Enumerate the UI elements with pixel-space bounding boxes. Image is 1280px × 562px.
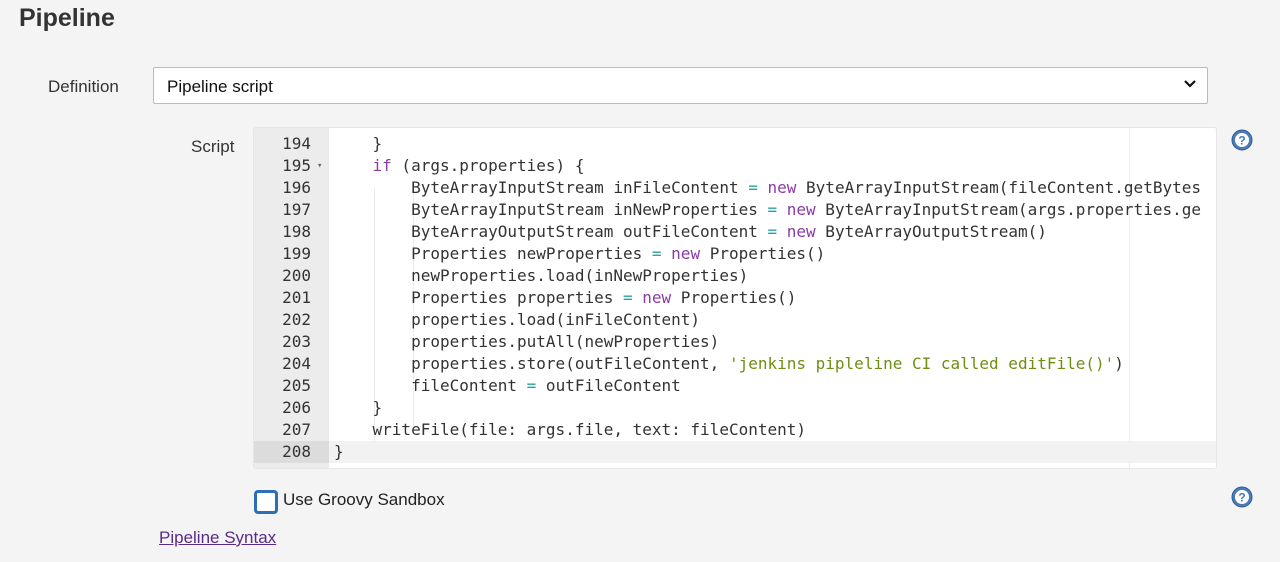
code-text: properties.load(inFileContent) — [334, 310, 701, 329]
code-line[interactable]: 195 ▾ if (args.properties) { — [254, 155, 1216, 177]
code-line[interactable]: 199 Properties newProperties = new Prope… — [254, 243, 1216, 265]
line-number: 203 — [282, 332, 311, 351]
code-text: } — [334, 398, 383, 417]
code-area[interactable]: 194 } 195 ▾ if (args.properties) {196 Byte… — [254, 128, 1216, 468]
line-number: 198 — [282, 222, 311, 241]
code-line[interactable]: 197 ByteArrayInputStream inNewProperties… — [254, 199, 1216, 221]
line-number: 205 — [282, 376, 311, 395]
groovy-sandbox-label[interactable]: Use Groovy Sandbox — [283, 490, 445, 510]
line-number-cell: 208 — [254, 441, 329, 463]
code-text: if (args.properties) { — [372, 156, 585, 175]
help-icon[interactable]: ? — [1231, 129, 1253, 151]
code-line[interactable]: 207 writeFile(file: args.file, text: fil… — [254, 419, 1216, 441]
line-number: 208 — [282, 442, 311, 461]
line-number: 201 — [282, 288, 311, 307]
svg-text:?: ? — [1238, 491, 1245, 505]
line-number: 195 — [282, 156, 311, 175]
line-number-cell: 199 — [254, 243, 329, 265]
line-number-cell: 206 — [254, 397, 329, 419]
line-number-cell: 195 ▾ — [254, 155, 329, 177]
fold-arrow-icon[interactable]: ▾ — [317, 155, 322, 177]
line-number: 199 — [282, 244, 311, 263]
groovy-sandbox-checkbox[interactable] — [254, 490, 278, 514]
code-text: ByteArrayInputStream inFileContent = new… — [334, 178, 1201, 197]
line-number: 194 — [282, 134, 311, 153]
pipeline-syntax-link[interactable]: Pipeline Syntax — [159, 528, 276, 548]
code-line[interactable]: 196 ByteArrayInputStream inFileContent =… — [254, 177, 1216, 199]
section-title: Pipeline — [19, 4, 115, 32]
code-line[interactable]: 205 fileContent = outFileContent — [254, 375, 1216, 397]
code-line[interactable]: 200 newProperties.load(inNewProperties) — [254, 265, 1216, 287]
code-text: } — [334, 442, 344, 461]
line-number-cell: 204 — [254, 353, 329, 375]
code-text: fileContent = outFileContent — [334, 376, 681, 395]
code-text: Properties properties = new Properties() — [334, 288, 797, 307]
code-text: properties.putAll(newProperties) — [334, 332, 720, 351]
code-text: properties.store(outFileContent, 'jenkin… — [334, 354, 1124, 373]
line-number-cell: 207 — [254, 419, 329, 441]
line-number-cell: 197 — [254, 199, 329, 221]
code-line[interactable]: 206 } — [254, 397, 1216, 419]
code-line[interactable]: 204 properties.store(outFileContent, 'je… — [254, 353, 1216, 375]
line-number: 200 — [282, 266, 311, 285]
code-text: newProperties.load(inNewProperties) — [334, 266, 749, 285]
code-text: ByteArrayInputStream inNewProperties = n… — [334, 200, 1201, 219]
svg-text:?: ? — [1238, 134, 1245, 148]
line-number-cell: 194 — [254, 133, 329, 155]
line-number-cell: 200 — [254, 265, 329, 287]
line-number: 196 — [282, 178, 311, 197]
code-line[interactable]: 203 properties.putAll(newProperties) — [254, 331, 1216, 353]
help-icon[interactable]: ? — [1231, 486, 1253, 508]
script-label: Script — [191, 137, 235, 156]
chevron-down-icon — [1184, 80, 1196, 88]
line-number: 202 — [282, 310, 311, 329]
code-text: Properties newProperties = new Propertie… — [334, 244, 826, 263]
line-number: 197 — [282, 200, 311, 219]
code-text: } — [334, 134, 383, 153]
script-editor[interactable]: 194 } 195 ▾ if (args.properties) {196 Byte… — [253, 127, 1217, 469]
line-number: 207 — [282, 420, 311, 439]
line-number-cell: 201 — [254, 287, 329, 309]
line-number: 206 — [282, 398, 311, 417]
line-number-cell: 196 — [254, 177, 329, 199]
code-text: ByteArrayOutputStream outFileContent = n… — [334, 222, 1047, 241]
line-number-cell: 198 — [254, 221, 329, 243]
definition-select[interactable]: Pipeline script — [153, 67, 1208, 104]
code-line[interactable]: 194 } — [254, 133, 1216, 155]
definition-selected-value: Pipeline script — [167, 77, 273, 96]
code-text: writeFile(file: args.file, text: fileCon… — [334, 420, 807, 439]
definition-label: Definition — [48, 77, 119, 96]
line-number-cell: 202 — [254, 309, 329, 331]
line-number-cell: 203 — [254, 331, 329, 353]
code-line[interactable]: 202 properties.load(inFileContent) — [254, 309, 1216, 331]
code-line[interactable]: 198 ByteArrayOutputStream outFileContent… — [254, 221, 1216, 243]
code-line[interactable]: 201 Properties properties = new Properti… — [254, 287, 1216, 309]
line-number: 204 — [282, 354, 311, 373]
code-line[interactable]: 208} — [254, 441, 1216, 463]
line-number-cell: 205 — [254, 375, 329, 397]
